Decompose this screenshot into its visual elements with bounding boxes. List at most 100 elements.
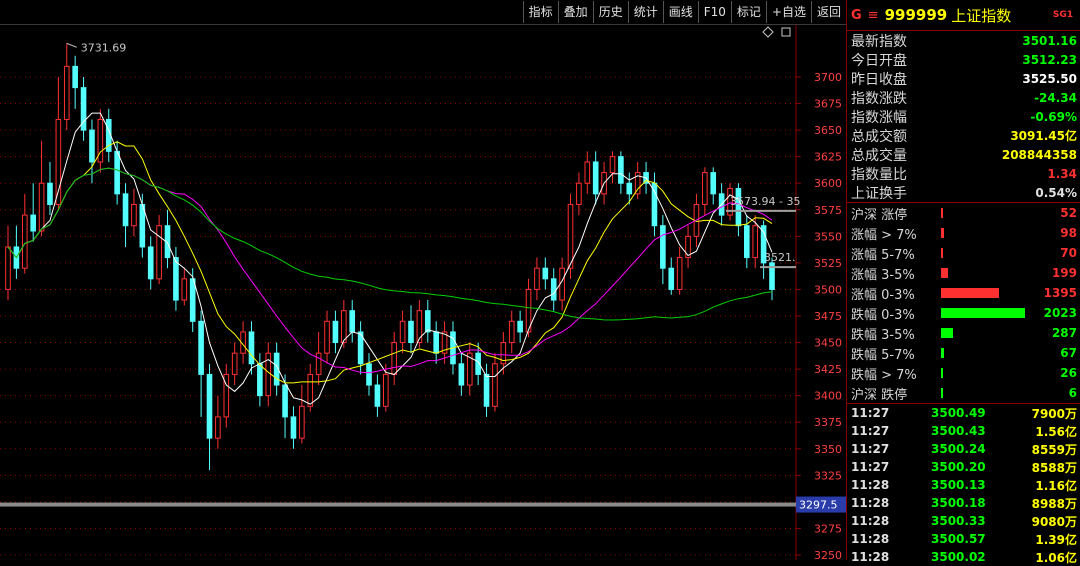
stat-label: 今日开盘 [851,52,907,69]
stat-row: 总成交额 3091.45亿 [847,126,1080,145]
distribution-label: 沪深 跌停 [851,387,908,403]
toolbar: 指标 叠加 历史 统计 画线 F10 标记 +自选 返回 [0,0,846,25]
kline-chart[interactable]: 3250327533003325335033753400342534503475… [0,25,846,560]
candle-down [282,384,288,418]
candle-down [408,320,414,344]
group-icon[interactable]: G [851,8,862,23]
marker-label: 3573.94 - 35 [730,195,800,208]
stat-label: 最新指数 [851,33,907,50]
stat-row: 最新指数 3501.16 [847,31,1080,50]
tick-price: 3500.43 [931,424,986,438]
toolbar-button[interactable]: 画线 [662,1,698,23]
distribution-value: 199 [1051,266,1077,280]
distribution-value: 52 [1060,206,1077,220]
distribution-value: 2023 [1043,306,1077,320]
marker-label: 3521. [764,251,796,264]
y-tick-label: 3600 [814,177,842,190]
distribution-label: 涨幅 5-7% [851,247,915,263]
tick-time: 11:28 [851,496,890,510]
tick-row: 11:27 3500.20 8588万 [847,458,1080,476]
candle-down [147,246,154,280]
candle-up [508,320,515,344]
tick-price: 3500.24 [931,442,986,456]
candle-up [676,257,683,290]
tick-list: 11:27 3500.49 7900万 11:27 3500.43 1.56亿 11:27 3… [847,404,1080,566]
distribution-value: 1395 [1043,286,1077,300]
distribution-row: 涨幅 5-7% 70 [847,243,1080,263]
stat-value: 208844358 [1001,147,1077,162]
toolbar-button[interactable]: 标记 [730,1,766,23]
candle-up [752,225,759,259]
candle-up [21,214,28,269]
stat-value: 3501.16 [1022,33,1077,48]
stat-value: 3091.45亿 [1010,129,1077,143]
square-icon[interactable] [781,27,791,37]
toolbar-button[interactable]: 叠加 [557,1,593,23]
candle-down [374,384,381,407]
distribution-bar [941,388,943,398]
tick-row: 11:28 3500.13 1.16亿 [847,476,1080,494]
candle-up [156,225,162,280]
y-tick-label: 3700 [814,71,842,84]
candle-down [189,278,196,322]
tick-price: 3500.49 [931,406,986,420]
tick-row: 11:27 3500.43 1.56亿 [847,422,1080,440]
toolbar-button[interactable]: 统计 [627,1,663,23]
candle-down [366,363,372,386]
candle-up [231,352,238,375]
candle-down [550,278,557,301]
stats-list: 最新指数 3501.16 今日开盘 3512.23 昨日收盘 3525.50 指数涨跌 -24… [847,31,1080,202]
distribution-label: 跌幅 0-3% [851,307,915,323]
tick-price: 3500.20 [931,460,986,474]
y-tick-label: 3450 [814,337,842,350]
distribution-value: 67 [1060,346,1077,360]
candle-up [5,246,11,290]
candle-up [315,352,322,375]
candle-down [89,129,95,163]
high-label: 3731.69 [81,41,127,54]
distribution-value: 287 [1051,326,1077,340]
tick-row: 11:28 3500.18 8988万 [847,494,1080,512]
tick-time: 11:28 [851,550,890,564]
candle-down [668,267,675,290]
price-band [0,502,796,507]
y-tick-label: 3525 [814,257,842,270]
stat-label: 总成交额 [851,128,907,145]
candle-up [702,172,708,205]
tick-price: 3500.02 [931,550,986,564]
distribution-row: 跌幅 0-3% 2023 [847,303,1080,323]
stat-value: 3525.50 [1022,71,1077,86]
tick-volume: 9080万 [1031,514,1077,529]
stat-row: 昨日收盘 3525.50 [847,69,1080,88]
candle-down [332,320,339,344]
candle-up [567,203,574,269]
candle-up [299,405,305,439]
candle-down [72,65,78,89]
candle-down [483,373,490,407]
candle-up [576,182,582,205]
distribution-label: 涨幅 0-3% [851,287,915,303]
tick-time: 11:27 [851,406,890,420]
toolbar-button[interactable]: 返回 [810,1,846,23]
y-tick-label: 3650 [814,124,842,137]
toolbar-button[interactable]: 历史 [592,1,628,23]
tick-time: 11:27 [851,460,890,474]
candle-up [38,182,45,232]
distribution-bar [941,348,944,358]
tick-price: 3500.57 [931,532,986,546]
menu-icon[interactable]: ≡ [868,8,879,23]
tick-row: 11:27 3500.49 7900万 [847,404,1080,422]
candle-down [122,193,129,227]
tick-row: 11:28 3500.02 1.06亿 [847,548,1080,566]
ma10-line [7,141,773,384]
diamond-icon[interactable] [762,26,774,38]
distribution-value: 70 [1060,246,1077,260]
candle-down [517,320,523,333]
toolbar-button[interactable]: F10 [697,1,731,23]
toolbar-button[interactable]: 指标 [522,1,558,23]
y-tick-label: 3275 [814,522,842,535]
tick-price: 3500.18 [931,496,986,510]
tick-row: 11:28 3500.33 9080万 [847,512,1080,530]
toolbar-button[interactable]: +自选 [765,1,811,23]
distribution-row: 跌幅 > 7% 26 [847,363,1080,383]
